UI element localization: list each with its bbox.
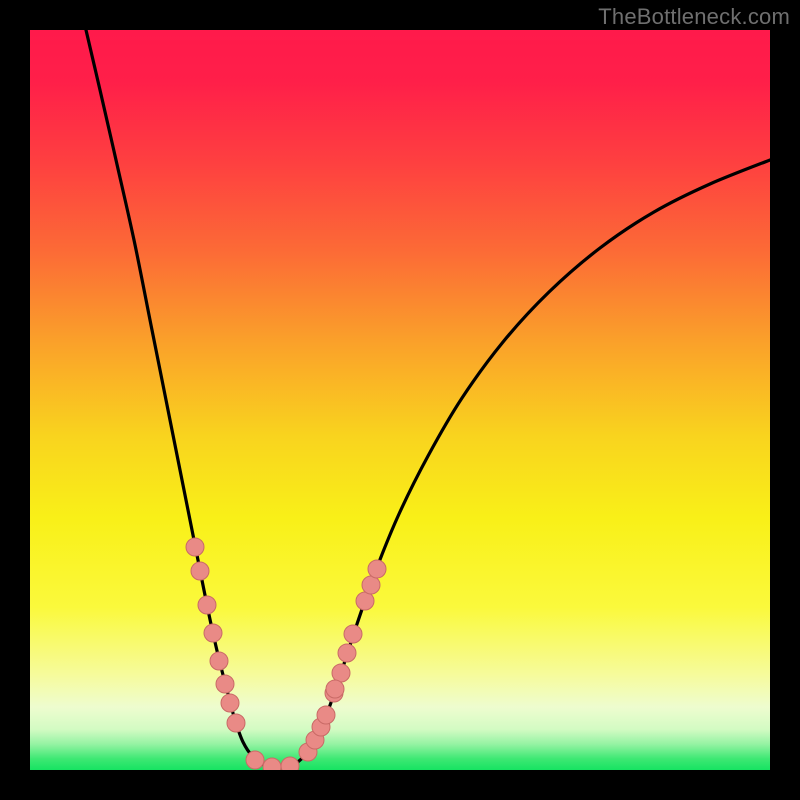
curve-layer <box>30 30 770 770</box>
data-marker <box>186 538 204 556</box>
plot-area <box>30 30 770 770</box>
data-marker <box>362 576 380 594</box>
data-marker <box>344 625 362 643</box>
data-marker <box>246 751 264 769</box>
data-marker <box>216 675 234 693</box>
data-marker <box>263 758 281 770</box>
curve-right-branch <box>276 160 770 768</box>
data-marker <box>198 596 216 614</box>
data-marker <box>338 644 356 662</box>
data-marker <box>281 757 299 770</box>
data-marker <box>210 652 228 670</box>
data-marker <box>356 592 374 610</box>
markers-group <box>186 538 386 770</box>
curve-left-branch <box>86 30 276 768</box>
data-marker <box>227 714 245 732</box>
data-marker <box>191 562 209 580</box>
data-marker <box>332 664 350 682</box>
data-marker <box>204 624 222 642</box>
series-group <box>86 30 770 768</box>
data-marker <box>326 680 344 698</box>
watermark-text: TheBottleneck.com <box>598 4 790 30</box>
data-marker <box>368 560 386 578</box>
data-marker <box>221 694 239 712</box>
chart-frame: TheBottleneck.com <box>0 0 800 800</box>
data-marker <box>317 706 335 724</box>
